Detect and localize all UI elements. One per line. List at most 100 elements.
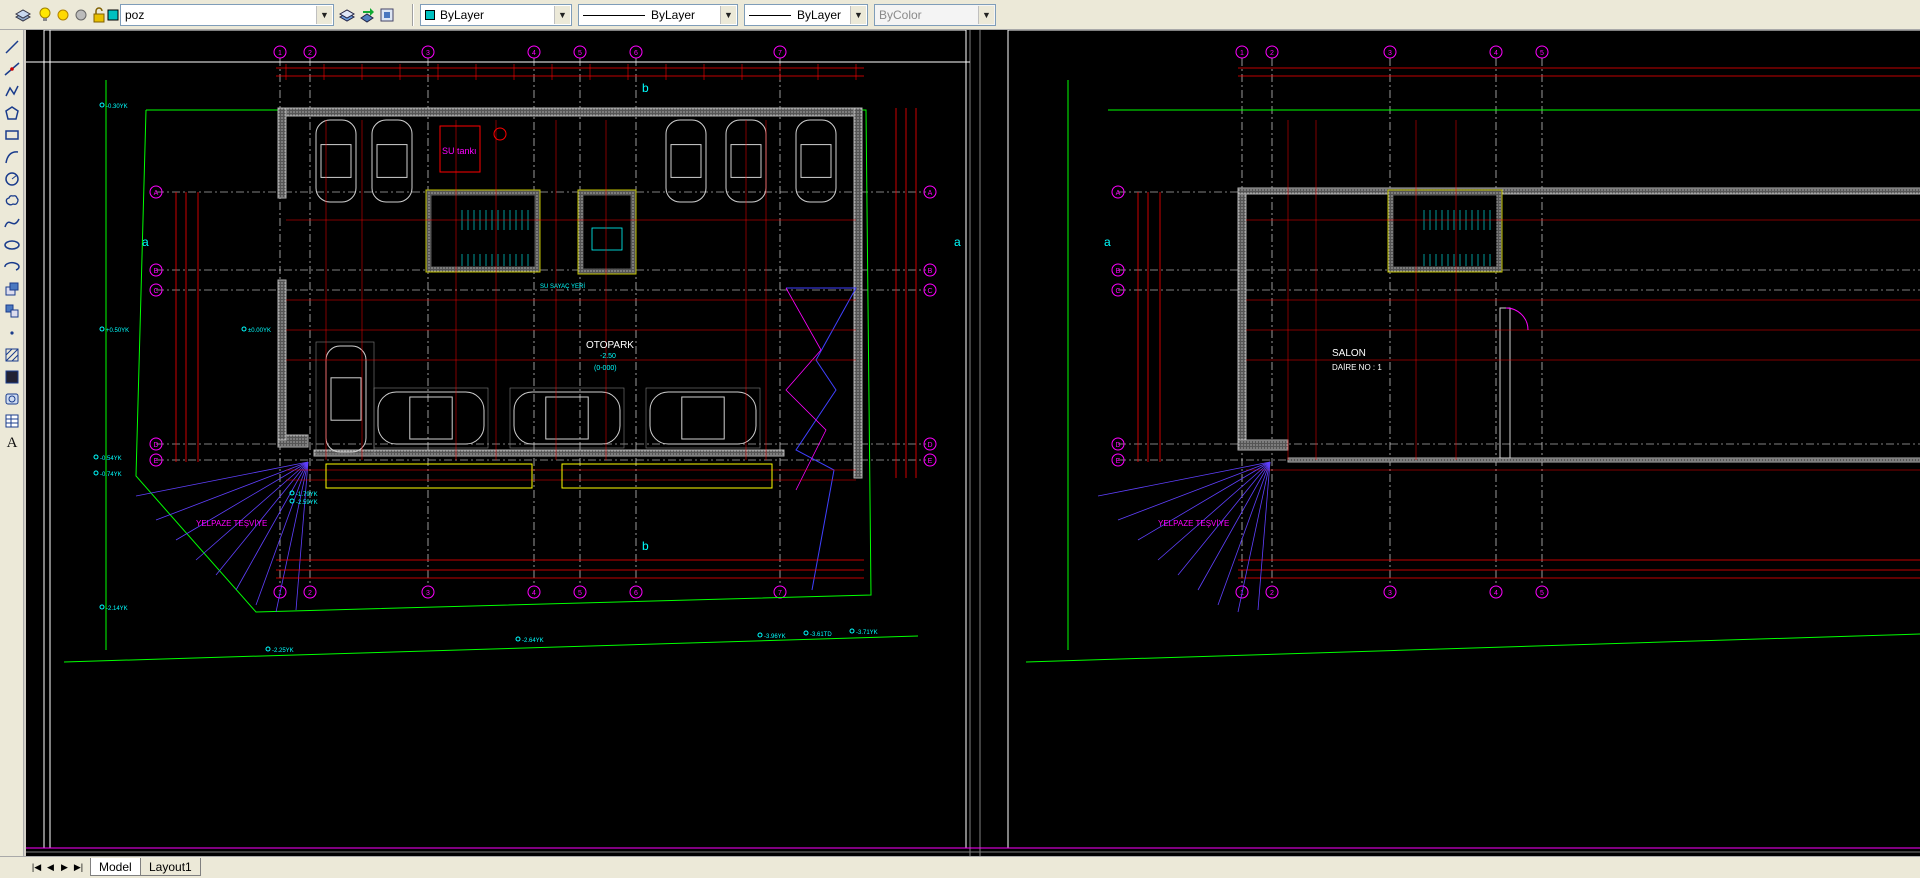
stair-core-void (431, 195, 535, 267)
grid-bubble-label: 7 (778, 50, 782, 57)
layer-match-icon[interactable] (378, 6, 396, 24)
construction-line-icon[interactable] (3, 60, 21, 78)
section-mark: a (1104, 235, 1111, 249)
elevation-label: -2.14YK (106, 606, 128, 612)
grid-bubble-label: 6 (634, 50, 638, 57)
grid-bubble-label: 3 (1388, 50, 1392, 57)
planter-outline (325, 463, 533, 489)
lightbulb-icon[interactable] (36, 6, 54, 24)
wall-section (1287, 457, 1920, 463)
grid-bubble-label: 6 (634, 590, 638, 597)
insert-block-icon[interactable] (3, 280, 21, 298)
parked-car-symbol (325, 345, 367, 453)
layer-dropdown[interactable]: poz ▼ (120, 4, 334, 26)
lineweight-value-text: ByLayer (797, 8, 842, 22)
chevron-down-icon[interactable]: ▼ (316, 6, 332, 24)
grid-bubble-label: 2 (308, 50, 312, 57)
parked-car-symbol (649, 391, 757, 445)
elevation-label: -2.25YK (272, 648, 294, 654)
grid-bubble-label: 3 (426, 50, 430, 57)
linetype-preview (583, 14, 645, 16)
room-label-otopark: OTOPARK (586, 340, 634, 351)
toolbar-separator (412, 4, 414, 26)
level-marker (803, 630, 809, 636)
grid-bubble-label: B (1116, 268, 1121, 275)
level-marker (99, 326, 105, 332)
spline-icon[interactable] (3, 214, 21, 232)
water-tank-label: SU tankı (442, 146, 477, 156)
planter-outline (561, 463, 773, 489)
slope-fan-line (175, 461, 309, 541)
drawing-canvas[interactable]: 1 1 2 2 3 3 4 4 5 5 6 6 7 7 A A B B C C D D E E SU tankı YELPAZE … (26, 30, 1920, 856)
make-block-icon[interactable] (3, 302, 21, 320)
last-tab-icon[interactable]: ▶| (72, 860, 85, 875)
layer-previous-icon[interactable] (358, 6, 376, 24)
revision-cloud-icon[interactable] (3, 192, 21, 210)
chevron-down-icon[interactable]: ▼ (554, 6, 570, 24)
wall-section (1237, 439, 1289, 451)
grid-bubble-label: 2 (1270, 50, 1274, 57)
grid-bubble-label: E (154, 458, 159, 465)
wall-section (277, 107, 863, 117)
room-label-salon: SALON (1332, 348, 1366, 359)
grid-bubble-label: 7 (778, 590, 782, 597)
grid-bubble-label: B (154, 268, 159, 275)
elevation-label: -3.96YK (764, 634, 786, 640)
layout-tab-bar: |◀ ◀ ▶ ▶| Model Layout1 (0, 856, 1920, 878)
wall-section (1237, 187, 1247, 449)
chevron-down-icon[interactable]: ▼ (850, 6, 866, 24)
chevron-down-icon[interactable]: ▼ (720, 6, 736, 24)
elevation-label: -1.79YK (296, 492, 318, 498)
stair-core-void (1393, 195, 1497, 267)
circle-icon[interactable] (3, 170, 21, 188)
point-icon[interactable] (3, 324, 21, 342)
elevator-shaft-void (583, 195, 631, 269)
grid-bubble-label: C (927, 288, 932, 295)
tab-layout1[interactable]: Layout1 (140, 858, 201, 876)
plotstyle-dropdown: ByColor ▼ (874, 4, 996, 26)
parked-car-symbol (371, 119, 413, 203)
rectangle-icon[interactable] (3, 126, 21, 144)
level-marker (849, 628, 855, 634)
section-mark: b (642, 539, 649, 553)
first-tab-icon[interactable]: |◀ (30, 860, 43, 875)
slope-fan-line (1117, 461, 1271, 521)
slope-fan-line (135, 461, 309, 497)
multiline-text-icon[interactable]: A (3, 434, 21, 452)
make-current-icon[interactable] (338, 6, 356, 24)
arc-icon[interactable] (3, 148, 21, 166)
region-icon[interactable] (3, 390, 21, 408)
slope-fan-line (1137, 461, 1271, 541)
grid-bubble-label: 2 (308, 590, 312, 597)
tab-model[interactable]: Model (90, 858, 141, 876)
freeze-icon[interactable] (72, 6, 90, 24)
interior-wall (1499, 307, 1511, 459)
polyline-icon[interactable] (3, 82, 21, 100)
parking-bay (315, 341, 375, 455)
linetype-value-text: ByLayer (651, 8, 696, 22)
linetype-dropdown[interactable]: ByLayer ▼ (578, 4, 738, 26)
lineweight-dropdown[interactable]: ByLayer ▼ (744, 4, 868, 26)
door-swing (1505, 307, 1529, 331)
grid-bubble-label: 1 (1240, 50, 1244, 57)
grid-bubble-label: C (153, 288, 158, 295)
grid-bubble-label: D (153, 442, 158, 449)
ellipse-icon[interactable] (3, 236, 21, 254)
layer-manager-icon[interactable] (14, 6, 32, 24)
room-level: -2.50 (600, 353, 616, 360)
wall-section (1237, 187, 1920, 195)
gradient-icon[interactable] (3, 368, 21, 386)
color-dropdown[interactable]: ByLayer ▼ (420, 4, 572, 26)
table-icon[interactable] (3, 412, 21, 430)
hatch-icon[interactable] (3, 346, 21, 364)
next-tab-icon[interactable]: ▶ (58, 860, 71, 875)
slope-fan-line (195, 461, 309, 561)
previous-tab-icon[interactable]: ◀ (44, 860, 57, 875)
grid-bubble-label: E (1116, 458, 1121, 465)
sun-icon[interactable] (54, 6, 72, 24)
ellipse-arc-icon[interactable] (3, 258, 21, 276)
wall-section (277, 107, 287, 199)
line-icon[interactable] (3, 38, 21, 56)
road-edge-line (63, 635, 919, 663)
polygon-icon[interactable] (3, 104, 21, 122)
